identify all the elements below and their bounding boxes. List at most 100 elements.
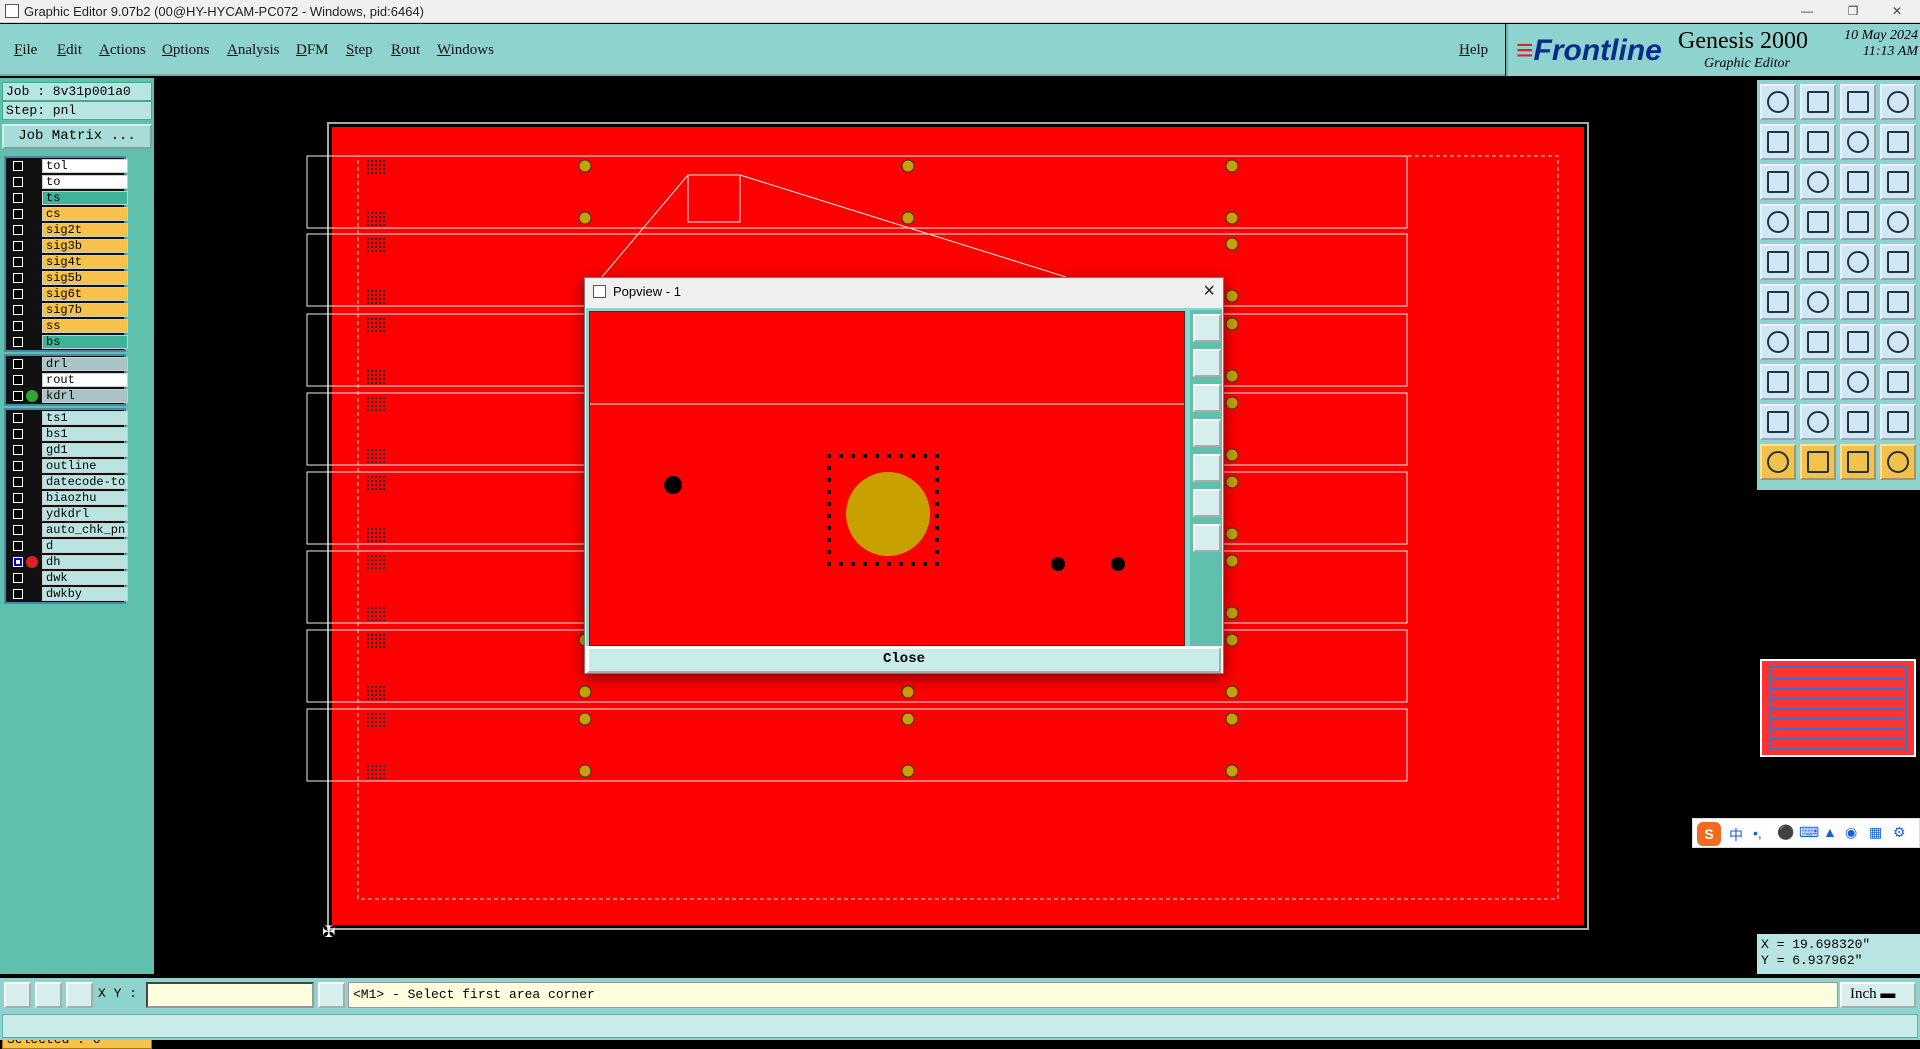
microphone-icon[interactable]: ⚫	[1777, 824, 1794, 841]
layer-row-auto_chk_pn[interactable]: auto_chk_pn	[6, 522, 128, 538]
layer-checkbox[interactable]	[13, 337, 23, 347]
layer-name[interactable]: sig2t	[42, 223, 128, 237]
popview-zoom-out-button[interactable]	[1193, 384, 1221, 412]
layer-checkbox[interactable]	[13, 391, 23, 401]
measure-mode-button[interactable]	[35, 982, 62, 1008]
layer-checkbox[interactable]	[13, 177, 23, 187]
popview-close-button[interactable]: Close	[587, 647, 1221, 673]
layer-checkbox[interactable]	[13, 509, 23, 519]
pointer-move-button[interactable]	[1800, 444, 1836, 480]
layer-checkbox[interactable]	[13, 413, 23, 423]
job-matrix-button[interactable]: Job Matrix ...	[2, 124, 152, 149]
split-view-button[interactable]	[1880, 84, 1916, 120]
layer-row-dh[interactable]: dh	[6, 554, 128, 570]
ime-toolbar[interactable]: S 中 •, ⚫ ⌨ ▲ ◉ ▦ ⚙	[1692, 818, 1920, 848]
layer-name[interactable]: sig7b	[42, 303, 128, 317]
layer-checkbox[interactable]	[13, 225, 23, 235]
layer-row-biaozhu[interactable]: biaozhu	[6, 490, 128, 506]
zoom-prev-button[interactable]	[1760, 124, 1796, 160]
ime-language[interactable]: 中	[1729, 825, 1743, 845]
layer-name[interactable]: datecode-to	[42, 475, 128, 489]
skin-icon[interactable]: ▲	[1823, 824, 1837, 840]
grid-toggle-button[interactable]	[1800, 204, 1836, 240]
layer-name[interactable]: ss	[42, 319, 128, 333]
layer-name[interactable]: kdrl	[42, 389, 128, 403]
layer-row-gd1[interactable]: gd1	[6, 442, 128, 458]
layer-checkbox[interactable]	[13, 589, 23, 599]
layer-name[interactable]: auto_chk_pn	[42, 523, 128, 537]
popview-pan-right-button[interactable]	[1193, 454, 1221, 482]
popview-canvas[interactable]	[589, 311, 1185, 646]
fill-mode-button[interactable]	[1880, 244, 1916, 280]
popview-center-button[interactable]	[1193, 524, 1221, 552]
layer-name[interactable]: to	[42, 175, 128, 189]
menu-windows[interactable]: Windows	[437, 42, 494, 59]
layer-name[interactable]: tol	[42, 159, 128, 173]
menu-edit[interactable]: Edit	[57, 42, 82, 59]
popview-fit-button[interactable]	[1193, 489, 1221, 517]
layer-name[interactable]: dwk	[42, 571, 128, 585]
menu-analysis[interactable]: Analysis	[227, 42, 280, 59]
pointer-select-button[interactable]	[1760, 444, 1796, 480]
layer-name[interactable]: sig6t	[42, 287, 128, 301]
popview-zoom-window-button[interactable]	[1193, 314, 1221, 342]
popview-pan-left-button[interactable]	[1193, 419, 1221, 447]
mirror-button[interactable]	[1880, 324, 1916, 360]
menu-help[interactable]: Help	[1459, 42, 1488, 59]
layer-checkbox[interactable]	[13, 557, 23, 567]
layer-row-bs[interactable]: bs	[6, 334, 128, 350]
unit-selector[interactable]: Inch ▬	[1840, 982, 1916, 1008]
layer-name[interactable]: dwkby	[42, 587, 128, 601]
menu-actions[interactable]: Actions	[99, 42, 146, 59]
layer-checkbox[interactable]	[13, 193, 23, 203]
measure-button[interactable]	[1800, 244, 1836, 280]
layer-row-drl[interactable]: drl	[6, 356, 128, 372]
select-feature-button[interactable]	[1760, 244, 1796, 280]
layer-name[interactable]: bs	[42, 335, 128, 349]
layer-name[interactable]: sig3b	[42, 239, 128, 253]
add-line-button[interactable]	[1800, 364, 1836, 400]
menu-dfm[interactable]: DFM	[296, 42, 329, 59]
layer-name[interactable]: ts1	[42, 411, 128, 425]
layer-colors-button[interactable]	[1840, 204, 1876, 240]
layer-name[interactable]: cs	[42, 207, 128, 221]
layer-name[interactable]: outline	[42, 459, 128, 473]
snap-settings-button[interactable]	[1760, 204, 1796, 240]
maximize-button[interactable]: ❐	[1830, 0, 1876, 23]
layer-name[interactable]: sig5b	[42, 271, 128, 285]
save-step-button[interactable]	[1800, 84, 1836, 120]
keyboard-icon[interactable]: ⌨	[1799, 824, 1819, 841]
layer-checkbox[interactable]	[13, 241, 23, 251]
popview-close-icon[interactable]: ×	[1203, 280, 1215, 303]
layer-row-d[interactable]: d	[6, 538, 128, 554]
overview-thumbnail[interactable]	[1760, 659, 1916, 757]
layer-checkbox[interactable]	[13, 273, 23, 283]
move-node-button[interactable]	[1840, 284, 1876, 320]
layer-checkbox[interactable]	[13, 209, 23, 219]
layer-row-rout[interactable]: rout	[6, 372, 128, 388]
layer-name[interactable]: gd1	[42, 443, 128, 457]
layer-checkbox[interactable]	[13, 541, 23, 551]
layer-checkbox[interactable]	[13, 493, 23, 503]
flip-view-button[interactable]	[1880, 124, 1916, 160]
connect-nodes-button[interactable]	[1760, 284, 1796, 320]
open-step-button[interactable]	[1760, 84, 1796, 120]
layer-row-outline[interactable]: outline	[6, 458, 128, 474]
step-repeat-button[interactable]	[1880, 364, 1916, 400]
display-options-button[interactable]	[1880, 204, 1916, 240]
zoom-next-button[interactable]	[1800, 124, 1836, 160]
triangle-d-button[interactable]	[1880, 404, 1916, 440]
layer-name[interactable]: d	[42, 539, 128, 553]
minimize-button[interactable]: —	[1784, 0, 1830, 23]
ruler-button[interactable]	[1840, 244, 1876, 280]
layer-name[interactable]: ts	[42, 191, 128, 205]
layer-checkbox[interactable]	[13, 289, 23, 299]
layer-checkbox[interactable]	[13, 573, 23, 583]
layer-row-sig6t[interactable]: sig6t	[6, 286, 128, 302]
pointer-copy-button[interactable]	[1880, 444, 1916, 480]
zoom-center-button[interactable]	[1800, 164, 1836, 200]
layer-checkbox[interactable]	[13, 257, 23, 267]
menu-options[interactable]: Options	[162, 42, 210, 59]
layer-row-sig5b[interactable]: sig5b	[6, 270, 128, 286]
triangle-a-button[interactable]	[1760, 404, 1796, 440]
